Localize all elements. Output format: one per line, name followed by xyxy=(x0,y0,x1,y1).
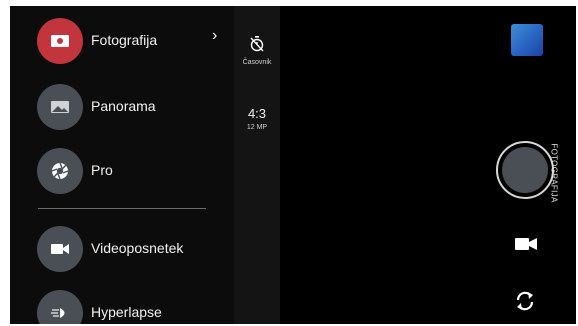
mode-label: Pro xyxy=(91,162,113,178)
mode-item-panorama[interactable]: Panorama xyxy=(10,78,234,134)
panorama-mode-button[interactable] xyxy=(37,84,83,130)
current-mode-label: FOTOGRAFIJA xyxy=(549,143,559,203)
mode-item-hyperlapse[interactable]: Hyperlapse xyxy=(10,284,234,324)
app-frame: Fotografija › Panorama Pro Videoposnetek… xyxy=(0,0,578,326)
panorama-icon xyxy=(51,101,69,113)
chevron-right-icon[interactable]: › xyxy=(212,27,217,45)
shutter-button[interactable] xyxy=(496,141,554,199)
timer-off-icon[interactable] xyxy=(250,36,264,52)
switch-camera-icon[interactable] xyxy=(513,289,537,313)
mode-item-videoposnetek[interactable]: Videoposnetek xyxy=(10,220,234,276)
hyperlapse-icon xyxy=(51,308,65,318)
aspect-ratio-button[interactable]: 4:3 xyxy=(234,106,280,121)
camera-controls: FOTOGRAFIJA xyxy=(496,6,576,324)
mode-label: Hyperlapse xyxy=(91,304,162,320)
photo-icon xyxy=(51,35,69,47)
viewfinder[interactable] xyxy=(280,6,496,324)
mode-item-pro[interactable]: Pro xyxy=(10,142,234,198)
mode-label: Fotografija xyxy=(91,32,158,48)
mode-menu: Fotografija › Panorama Pro Videoposnetek… xyxy=(10,6,234,324)
mode-label: Videoposnetek xyxy=(91,240,184,256)
video-mode-button[interactable] xyxy=(37,226,83,272)
settings-strip: Časovnik 4:3 12 MP xyxy=(234,6,280,324)
video-camera-icon[interactable] xyxy=(514,236,538,252)
camera-screen: Fotografija › Panorama Pro Videoposnetek… xyxy=(10,6,576,324)
hyperlapse-mode-button[interactable] xyxy=(37,290,83,324)
aperture-icon xyxy=(51,162,69,180)
mode-item-fotografija[interactable]: Fotografija › xyxy=(10,12,234,68)
resolution-label: 12 MP xyxy=(246,124,268,131)
shutter-inner xyxy=(502,147,548,193)
menu-divider xyxy=(38,208,206,209)
gallery-thumbnail[interactable] xyxy=(511,24,543,56)
pro-mode-button[interactable] xyxy=(37,148,83,194)
mode-label: Panorama xyxy=(91,98,156,114)
video-camera-icon xyxy=(51,244,69,254)
timer-label[interactable]: Časovnik xyxy=(234,59,280,66)
photo-mode-button[interactable] xyxy=(37,18,83,64)
